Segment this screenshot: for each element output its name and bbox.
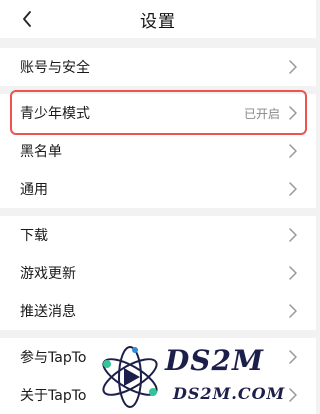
settings-item-push-notifications[interactable]: 推送消息 (0, 292, 316, 330)
page-title: 设置 (140, 12, 176, 32)
settings-item-label: 账号与安全 (20, 60, 90, 76)
settings-item-teen-mode[interactable]: 青少年模式 已开启 (0, 94, 316, 132)
settings-item-label: 关于TapTo (20, 388, 87, 404)
settings-item-label: 青少年模式 (20, 106, 90, 122)
chevron-right-icon (289, 228, 297, 242)
chevron-right-icon (289, 106, 297, 120)
settings-item-general[interactable]: 通用 (0, 170, 316, 208)
settings-item-blacklist[interactable]: 黑名单 (0, 132, 316, 170)
chevron-right-icon (289, 388, 297, 402)
settings-item-join-taptap[interactable]: 参与TapTo (0, 338, 316, 376)
settings-group-general: 青少年模式 已开启 黑名单 通用 (0, 94, 316, 208)
settings-item-game-updates[interactable]: 游戏更新 (0, 254, 316, 292)
settings-item-label: 黑名单 (20, 144, 62, 160)
settings-item-label: 参与TapTo (20, 350, 87, 366)
settings-group-downloads: 下载 游戏更新 推送消息 (0, 216, 316, 330)
header-bar: 设置 (0, 0, 316, 38)
settings-group-account: 账号与安全 (0, 48, 316, 86)
chevron-right-icon (289, 144, 297, 158)
chevron-right-icon (289, 60, 297, 74)
settings-group-about: 参与TapTo 关于TapTo (0, 338, 316, 414)
chevron-right-icon (289, 350, 297, 364)
teen-mode-status: 已开启 (243, 106, 280, 121)
settings-item-label: 下载 (20, 228, 48, 244)
settings-item-download[interactable]: 下载 (0, 216, 316, 254)
settings-item-label: 通用 (20, 182, 48, 198)
settings-item-label: 推送消息 (20, 304, 76, 320)
chevron-right-icon (289, 304, 297, 318)
chevron-right-icon (289, 266, 297, 280)
settings-item-account-security[interactable]: 账号与安全 (0, 48, 316, 86)
settings-page: 设置 账号与安全 青少年模式 已开启 黑名单 通用 下载 游戏更新 推送消息 参… (0, 0, 316, 414)
settings-item-about-taptap[interactable]: 关于TapTo (0, 376, 316, 414)
chevron-right-icon (289, 182, 297, 196)
settings-item-label: 游戏更新 (20, 266, 76, 282)
